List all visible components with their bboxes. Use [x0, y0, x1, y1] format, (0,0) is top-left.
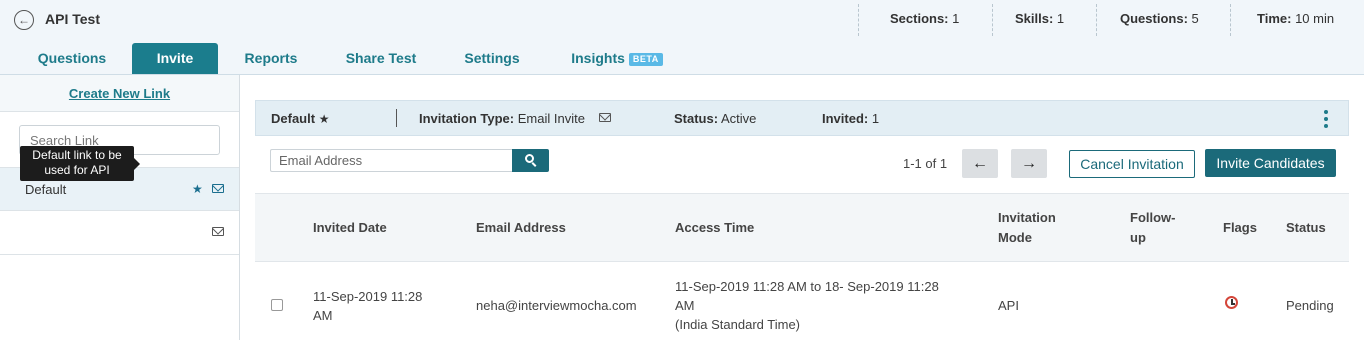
stat-divider: [858, 4, 859, 36]
col-invitation-mode[interactable]: Invitation Mode: [998, 208, 1056, 248]
link-name: Default ★: [271, 111, 329, 126]
cell-line: 11-Sep-2019 11:28 AM to 18- Sep-2019 11:…: [675, 279, 939, 294]
stat-divider: [992, 4, 993, 36]
stat-value: 5: [1191, 11, 1199, 26]
stat-divider: [1096, 4, 1097, 36]
col-follow-up[interactable]: Follow- up: [1130, 208, 1176, 248]
back-arrow-icon[interactable]: ←: [14, 10, 34, 30]
cell-line: AM: [675, 298, 695, 313]
stat-questions: Questions: 5: [1120, 11, 1199, 26]
col-email-address[interactable]: Email Address: [476, 218, 566, 238]
mail-icon: [212, 227, 224, 236]
stat-value: 1: [952, 11, 960, 26]
invitation-type-value: Email Invite: [517, 111, 585, 126]
col-status[interactable]: Status: [1286, 218, 1326, 238]
table-row: 11-Sep-2019 11:28 AM neha@interviewmocha…: [255, 262, 1349, 340]
mode-cell: API: [998, 298, 1019, 313]
mail-icon: [212, 184, 224, 193]
more-options-icon[interactable]: [1324, 110, 1328, 128]
col-flags[interactable]: Flags: [1223, 218, 1257, 238]
stat-time: Time: 10 min: [1257, 11, 1334, 26]
col-label-line: Follow-: [1130, 210, 1176, 225]
access-time-cell: 11-Sep-2019 11:28 AM to 18- Sep-2019 11:…: [675, 277, 939, 334]
alarm-clock-icon: [1225, 296, 1238, 309]
stat-value: 1: [1056, 11, 1065, 26]
links-sidebar: Create New Link Default ★: [0, 75, 240, 340]
status-value: Active: [720, 111, 757, 126]
col-invited-date[interactable]: Invited Date: [313, 218, 387, 238]
star-icon: ★: [318, 112, 330, 126]
stat-sections: Sections: 1: [890, 11, 959, 26]
stat-label: Skills:: [1015, 11, 1054, 26]
pagination-count: 1-1 of 1: [903, 156, 948, 171]
stat-label: Sections:: [890, 11, 949, 26]
tab-questions[interactable]: Questions: [24, 43, 120, 74]
app-header: ← API Test Sections: 1 Skills: 1 Questio…: [0, 0, 1364, 75]
col-label-line: up: [1130, 230, 1146, 245]
link-status: Status: Active: [674, 111, 756, 126]
tab-share-test[interactable]: Share Test: [332, 43, 430, 74]
link-item-api[interactable]: [0, 211, 239, 255]
stat-value: 10 min: [1295, 11, 1335, 26]
invite-candidates-button[interactable]: Invite Candidates: [1205, 149, 1336, 177]
cell-line: AM: [313, 308, 333, 323]
invited-value: 1: [871, 111, 880, 126]
search-icon-handle: [531, 162, 537, 167]
tab-invite[interactable]: Invite: [132, 43, 218, 74]
cancel-invitation-button[interactable]: Cancel Invitation: [1069, 150, 1195, 178]
create-new-link[interactable]: Create New Link: [0, 75, 239, 112]
page-title: API Test: [45, 11, 100, 27]
tab-bar: Questions Invite Reports Share Test Sett…: [0, 43, 1364, 74]
col-label-line: Mode: [998, 230, 1032, 245]
status-cell: Pending: [1286, 298, 1334, 313]
tab-settings[interactable]: Settings: [450, 43, 534, 74]
stat-label: Questions:: [1120, 11, 1188, 26]
col-label-line: Invitation: [998, 210, 1056, 225]
stat-skills: Skills: 1: [1015, 11, 1064, 26]
next-page-button[interactable]: →: [1011, 149, 1047, 178]
tab-insights[interactable]: Insights BETA: [562, 43, 672, 74]
divider: [396, 109, 397, 127]
link-name-text: Default: [271, 111, 316, 126]
email-cell: neha@interviewmocha.com: [476, 298, 637, 313]
status-label: Status:: [674, 111, 719, 126]
tab-insights-label: Insights: [571, 50, 625, 66]
mail-icon: [599, 113, 611, 122]
link-info-bar: Default ★ Invitation Type: Email Invite …: [255, 100, 1349, 136]
link-item-label: Default: [25, 182, 67, 197]
invited-label: Invited:: [822, 111, 869, 126]
email-search-input[interactable]: [270, 149, 513, 172]
stat-label: Time:: [1257, 11, 1292, 26]
invitation-type-label: Invitation Type:: [419, 111, 515, 126]
invited-date-cell: 11-Sep-2019 11:28 AM: [313, 287, 422, 325]
invited-count: Invited: 1: [822, 111, 879, 126]
prev-page-button[interactable]: ←: [962, 149, 998, 178]
star-icon: ★: [192, 182, 203, 196]
cell-line: (India Standard Time): [675, 317, 801, 332]
default-link-tooltip: Default link to be used for API: [20, 146, 140, 181]
cell-line: 11-Sep-2019 11:28: [313, 289, 423, 304]
search-button[interactable]: [512, 149, 549, 172]
table-header: Invited Date Email Address Access Time I…: [255, 193, 1349, 262]
stat-divider: [1230, 4, 1231, 36]
col-access-time[interactable]: Access Time: [675, 218, 754, 238]
beta-badge: BETA: [628, 52, 663, 66]
tab-reports[interactable]: Reports: [228, 43, 314, 74]
invitation-type: Invitation Type: Email Invite: [419, 111, 585, 126]
row-checkbox[interactable]: [271, 299, 283, 311]
